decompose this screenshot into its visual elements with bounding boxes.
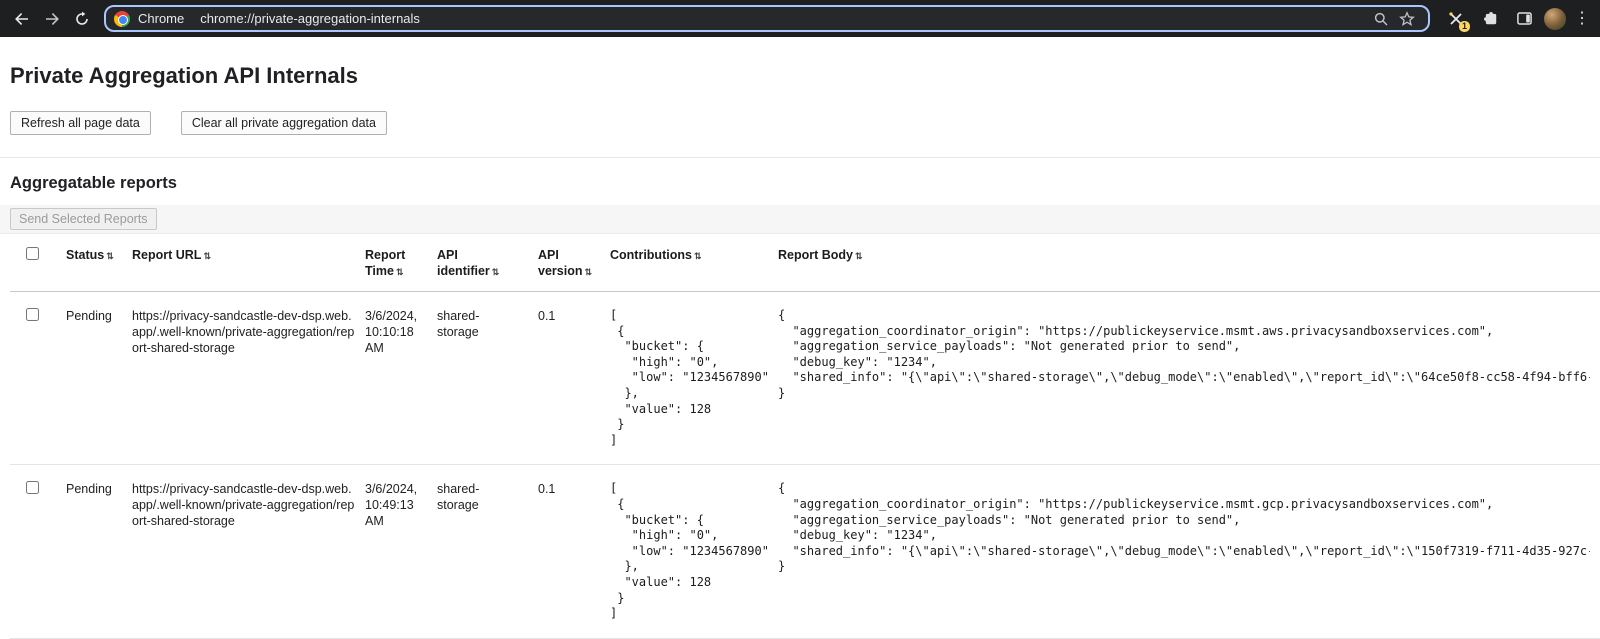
extensions-puzzle-icon[interactable] [1476, 5, 1504, 33]
back-arrow-icon [14, 11, 30, 27]
header-api-identifier[interactable]: API identifier⇅ [437, 234, 538, 292]
report-body-cell: { "aggregation_coordinator_origin": "htt… [778, 465, 1600, 638]
clear-all-button[interactable]: Clear all private aggregation data [181, 111, 387, 135]
report-body-json: { "aggregation_coordinator_origin": "htt… [778, 308, 1590, 402]
reload-button[interactable] [68, 5, 96, 33]
url-scheme-label: Chrome [138, 11, 184, 26]
header-api-version[interactable]: API version⇅ [538, 234, 610, 292]
table-row: Pending https://privacy-sandcastle-dev-d… [10, 465, 1600, 638]
search-icon[interactable] [1368, 8, 1394, 30]
sort-arrows-icon: ⇅ [203, 251, 211, 261]
send-reports-bar: Send Selected Reports [0, 205, 1600, 234]
header-report-body[interactable]: Report Body⇅ [778, 234, 1600, 292]
send-selected-reports-button[interactable]: Send Selected Reports [10, 208, 157, 230]
select-all-checkbox[interactable] [26, 247, 39, 260]
sort-arrows-icon: ⇅ [694, 251, 702, 261]
section-divider [0, 157, 1600, 158]
sort-arrows-icon: ⇅ [106, 251, 114, 261]
contributions-json: [ { "bucket": { "high": "0", "low": "123… [610, 308, 768, 448]
header-contributions[interactable]: Contributions⇅ [610, 234, 778, 292]
report-body-cell: { "aggregation_coordinator_origin": "htt… [778, 292, 1600, 465]
sort-arrows-icon: ⇅ [584, 267, 592, 277]
page-actions: Refresh all page data Clear all private … [10, 111, 1600, 135]
side-panel-icon[interactable] [1510, 5, 1538, 33]
url-text: chrome://private-aggregation-internals [200, 11, 420, 26]
row-checkbox[interactable] [26, 308, 39, 321]
bookmark-star-icon[interactable] [1394, 8, 1420, 30]
api-version-cell: 0.1 [538, 292, 610, 465]
menu-kebab-icon[interactable]: ⋮ [1572, 11, 1592, 27]
extension-badge: 1 [1459, 21, 1470, 32]
extension-icon[interactable]: 1 [1442, 5, 1470, 33]
api-identifier-cell: shared-storage [437, 465, 538, 638]
back-button[interactable] [8, 5, 36, 33]
report-url-cell: https://privacy-sandcastle-dev-dsp.web.a… [132, 292, 365, 465]
api-identifier-cell: shared-storage [437, 292, 538, 465]
api-version-cell: 0.1 [538, 465, 610, 638]
section-title: Aggregatable reports [10, 174, 1600, 193]
forward-button[interactable] [38, 5, 66, 33]
header-status[interactable]: Status⇅ [66, 234, 132, 292]
refresh-all-button[interactable]: Refresh all page data [10, 111, 151, 135]
contributions-cell: [ { "bucket": { "high": "0", "low": "123… [610, 292, 778, 465]
reports-table: Status⇅ Report URL⇅ Report Time⇅ API ide… [10, 234, 1600, 639]
page-title: Private Aggregation API Internals [10, 63, 1600, 89]
chrome-logo-icon [114, 11, 130, 27]
table-header-row: Status⇅ Report URL⇅ Report Time⇅ API ide… [10, 234, 1600, 292]
contributions-json: [ { "bucket": { "high": "0", "low": "123… [610, 481, 768, 621]
row-checkbox[interactable] [26, 481, 39, 494]
report-url-cell: https://privacy-sandcastle-dev-dsp.web.a… [132, 465, 365, 638]
internals-page: Private Aggregation API Internals Refres… [0, 63, 1600, 639]
address-bar[interactable]: Chrome chrome://private-aggregation-inte… [104, 5, 1430, 32]
forward-arrow-icon [44, 11, 60, 27]
browser-toolbar: Chrome chrome://private-aggregation-inte… [0, 0, 1600, 37]
header-report-time[interactable]: Report Time⇅ [365, 234, 437, 292]
status-cell: Pending [66, 465, 132, 638]
status-cell: Pending [66, 292, 132, 465]
reload-icon [74, 11, 90, 27]
toolbar-right-icons: 1 ⋮ [1442, 5, 1592, 33]
sort-arrows-icon: ⇅ [855, 251, 863, 261]
profile-avatar[interactable] [1544, 8, 1566, 30]
contributions-cell: [ { "bucket": { "high": "0", "low": "123… [610, 465, 778, 638]
report-body-json: { "aggregation_coordinator_origin": "htt… [778, 481, 1590, 575]
sort-arrows-icon: ⇅ [396, 267, 404, 277]
sort-arrows-icon: ⇅ [492, 267, 500, 277]
report-time-cell: 3/6/2024, 10:49:13 AM [365, 465, 437, 638]
report-time-cell: 3/6/2024, 10:10:18 AM [365, 292, 437, 465]
table-row: Pending https://privacy-sandcastle-dev-d… [10, 292, 1600, 465]
header-report-url[interactable]: Report URL⇅ [132, 234, 365, 292]
